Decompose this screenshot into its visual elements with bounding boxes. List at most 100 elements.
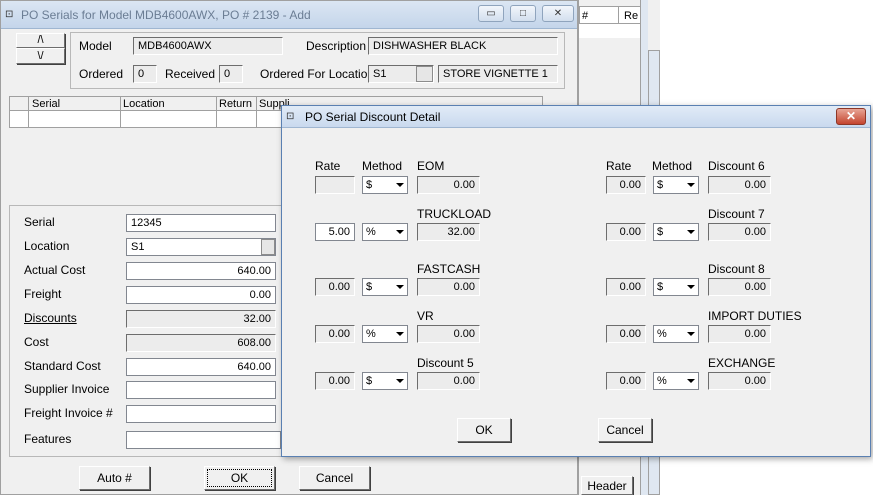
chevron-down-icon xyxy=(392,279,407,295)
actual-cost-label: Actual Cost xyxy=(24,263,86,277)
dialog-title: PO Serial Discount Detail xyxy=(305,110,441,124)
rate-field-eom xyxy=(315,176,355,194)
main-cancel-button[interactable]: Cancel xyxy=(299,466,370,490)
rate-field-discount-5: 0.00 xyxy=(315,372,355,390)
freight-label: Freight xyxy=(24,287,62,301)
amount-field-discount-6: 0.00 xyxy=(708,176,771,194)
chevron-down-icon xyxy=(683,326,698,342)
header-button[interactable]: Header xyxy=(581,476,633,495)
minimize-button[interactable]: ▭ xyxy=(478,5,504,22)
left-method-header: Method xyxy=(362,159,403,173)
grid-col-location[interactable]: Location xyxy=(123,98,165,110)
method-select-eom[interactable]: $ xyxy=(362,176,408,194)
dialog-ok-button[interactable]: OK xyxy=(457,418,511,442)
chevron-down-icon xyxy=(683,373,698,389)
method-select-discount-8[interactable]: $ xyxy=(653,278,699,296)
method-select-fastcash[interactable]: $ xyxy=(362,278,408,296)
supplier-invoice-input[interactable] xyxy=(126,381,276,399)
discount-name-discount-5: Discount 5 xyxy=(417,356,474,370)
chevron-down-icon xyxy=(392,373,407,389)
method-select-truckload[interactable]: % xyxy=(362,223,408,241)
method-select-discount-6[interactable]: $ xyxy=(653,176,699,194)
discount-name-discount-8: Discount 8 xyxy=(708,262,765,276)
discount-name-vr: VR xyxy=(417,309,434,323)
chevron-down-icon xyxy=(683,177,698,193)
right-grid-col-1: # xyxy=(582,10,589,22)
freight-invoice-label: Freight Invoice # xyxy=(24,406,113,420)
supplier-invoice-label: Supplier Invoice xyxy=(24,382,110,396)
ordered-field: 0 xyxy=(133,65,157,83)
discount-name-truckload: TRUCKLOAD xyxy=(417,207,492,221)
freight-invoice-input[interactable] xyxy=(126,405,276,423)
location-lookup-button[interactable] xyxy=(416,66,433,82)
main-window-title: PO Serials for Model MDB4600AWX, PO # 21… xyxy=(21,8,311,22)
chevron-down-icon xyxy=(392,177,407,193)
amount-field-discount-8: 0.00 xyxy=(708,278,771,296)
model-label: Model xyxy=(79,39,112,53)
discounts-link[interactable]: Discounts xyxy=(24,311,77,325)
nav-up-button[interactable]: /\ xyxy=(16,33,65,48)
chevron-down-icon xyxy=(392,224,407,240)
location-input[interactable]: S1 xyxy=(126,238,276,256)
discount-name-exchange: EXCHANGE xyxy=(708,356,776,370)
grid-col-serial[interactable]: Serial xyxy=(32,98,60,110)
close-button[interactable]: ✕ xyxy=(542,5,574,22)
standard-cost-label: Standard Cost xyxy=(24,359,101,373)
location-label: Location xyxy=(24,239,70,253)
discount-name-discount-7: Discount 7 xyxy=(708,207,765,221)
discount-name-import-duties: IMPORT DUTIES xyxy=(708,309,802,323)
actual-cost-input[interactable]: 640.00 xyxy=(126,262,276,280)
amount-field-discount-5: 0.00 xyxy=(417,372,480,390)
method-select-discount-7[interactable]: $ xyxy=(653,223,699,241)
received-field: 0 xyxy=(219,65,243,83)
method-select-discount-5[interactable]: $ xyxy=(362,372,408,390)
grid-col-return[interactable]: Return xyxy=(219,98,252,110)
method-select-exchange[interactable]: % xyxy=(653,372,699,390)
model-field: MDB4600AWX xyxy=(133,37,283,55)
right-rate-header: Rate xyxy=(606,159,632,173)
amount-field-fastcash: 0.00 xyxy=(417,278,480,296)
features-label: Features xyxy=(24,432,72,446)
location-name-field: STORE VIGNETTE 1 xyxy=(438,65,558,83)
ordered-for-location-label: Ordered For Location xyxy=(260,67,375,81)
dialog-cancel-button[interactable]: Cancel xyxy=(598,418,652,442)
serial-input[interactable]: 12345 xyxy=(126,214,276,232)
ordered-label: Ordered xyxy=(79,67,124,81)
standard-cost-input[interactable]: 640.00 xyxy=(126,358,276,376)
amount-field-eom: 0.00 xyxy=(417,176,480,194)
auto-number-button[interactable]: Auto # xyxy=(79,466,150,490)
method-select-vr[interactable]: % xyxy=(362,325,408,343)
location-lookup[interactable] xyxy=(261,239,275,255)
dialog-close-button[interactable]: ✕ xyxy=(836,108,866,125)
chevron-down-icon xyxy=(392,326,407,342)
maximize-button[interactable]: □ xyxy=(510,5,536,22)
description-field: DISHWASHER BLACK xyxy=(368,37,558,55)
rate-input-truckload[interactable]: 5.00 xyxy=(315,223,355,241)
features-input[interactable] xyxy=(126,431,281,449)
rate-field-exchange: 0.00 xyxy=(606,372,646,390)
rate-field-discount-6: 0.00 xyxy=(606,176,646,194)
right-method-header: Method xyxy=(652,159,693,173)
discount-name-fastcash: FASTCASH xyxy=(417,262,481,276)
amount-field-exchange: 0.00 xyxy=(708,372,771,390)
discount-detail-dialog: ⊡ PO Serial Discount Detail ✕ Rate Metho… xyxy=(281,105,871,457)
main-title-bar: ⊡ PO Serials for Model MDB4600AWX, PO # … xyxy=(1,1,577,29)
freight-input[interactable]: 0.00 xyxy=(126,286,276,304)
rate-field-fastcash: 0.00 xyxy=(315,278,355,296)
app-icon: ⊡ xyxy=(5,9,14,20)
amount-field-import-duties: 0.00 xyxy=(708,325,771,343)
right-grid-col-2: Re xyxy=(624,10,639,22)
cost-label: Cost xyxy=(24,335,49,349)
rate-field-vr: 0.00 xyxy=(315,325,355,343)
description-label: Description xyxy=(306,39,367,53)
left-rate-header: Rate xyxy=(315,159,341,173)
rate-field-import-duties: 0.00 xyxy=(606,325,646,343)
dialog-title-bar: ⊡ PO Serial Discount Detail ✕ xyxy=(282,106,870,128)
method-select-import-duties[interactable]: % xyxy=(653,325,699,343)
nav-down-button[interactable]: \/ xyxy=(16,48,65,64)
serial-label: Serial xyxy=(24,215,55,229)
amount-field-discount-7: 0.00 xyxy=(708,223,771,241)
dialog-app-icon: ⊡ xyxy=(286,111,295,122)
main-ok-button[interactable]: OK xyxy=(204,466,275,490)
cost-field: 608.00 xyxy=(126,334,276,352)
